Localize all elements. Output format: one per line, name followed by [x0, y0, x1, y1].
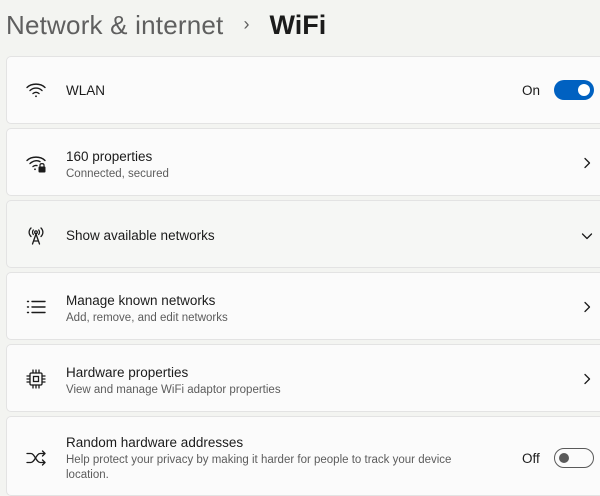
network-status: Connected, secured: [66, 168, 169, 180]
manage-known-networks-subtitle: Add, remove, and edit networks: [66, 312, 228, 324]
manage-known-networks-title: Manage known networks: [66, 293, 216, 308]
wlan-toggle[interactable]: [554, 80, 594, 100]
breadcrumb: Network & internet › WiFi: [0, 0, 600, 50]
hardware-properties-title: Hardware properties: [66, 365, 189, 380]
network-name: 160 properties: [66, 149, 153, 164]
chevron-right-icon: [584, 157, 591, 169]
random-hardware-addresses-title: Random hardware addresses: [66, 435, 244, 450]
random-hardware-addresses-row: Random hardware addresses Help protect y…: [6, 416, 600, 496]
show-available-networks-row[interactable]: Show available networks: [6, 200, 600, 268]
random-hardware-addresses-subtitle-line2: location.: [66, 469, 109, 481]
random-addresses-toggle-state: Off: [522, 451, 540, 466]
random-addresses-toggle-knob: [559, 453, 569, 463]
random-hardware-addresses-subtitle-line1: Help protect your privacy by making it h…: [66, 454, 452, 466]
wifi-icon: [25, 79, 47, 101]
chevron-down-icon: [581, 233, 593, 240]
breadcrumb-parent-link[interactable]: Network & internet: [6, 10, 223, 41]
hardware-properties-subtitle: View and manage WiFi adaptor properties: [66, 384, 281, 396]
wlan-toggle-state: On: [522, 83, 541, 98]
show-available-networks-title: Show available networks: [66, 228, 215, 243]
random-addresses-toggle[interactable]: [554, 448, 594, 468]
chip-icon: [25, 368, 47, 390]
network-properties-row[interactable]: 160 properties Connected, secured: [6, 128, 600, 196]
wifi-lock-icon: [25, 152, 47, 174]
page-title: WiFi: [269, 9, 327, 40]
wlan-row: WLAN On: [6, 56, 600, 124]
wlan-title: WLAN: [66, 83, 106, 98]
breadcrumb-separator: ›: [243, 13, 250, 34]
hardware-properties-row[interactable]: Hardware properties View and manage WiFi…: [6, 344, 600, 412]
manage-known-networks-row[interactable]: Manage known networks Add, remove, and e…: [6, 272, 600, 340]
list-icon: [25, 296, 47, 318]
antenna-icon: [25, 224, 47, 246]
wlan-toggle-knob: [578, 84, 590, 96]
shuffle-icon: [25, 447, 47, 469]
chevron-right-icon: [584, 373, 591, 385]
chevron-right-icon: [584, 301, 591, 313]
